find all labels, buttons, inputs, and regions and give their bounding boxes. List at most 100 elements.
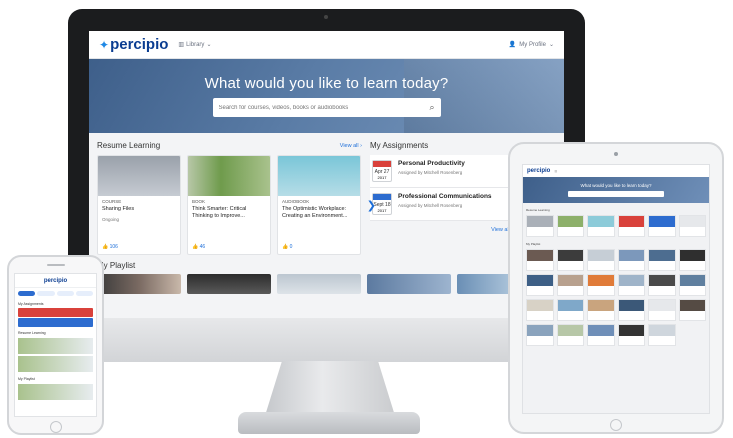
- tablet-card[interactable]: [587, 324, 615, 346]
- hero-title: What would you like to learn today?: [204, 75, 449, 92]
- thumbs-up-icon: 👍: [102, 244, 109, 250]
- tablet-card[interactable]: [556, 299, 584, 321]
- tablet-card[interactable]: [617, 215, 645, 237]
- device-mockup-stage: ✦ percipio ▥ Library ⌄ 👤 My Profile ⌄ Wh…: [0, 0, 733, 438]
- tablet-card[interactable]: [678, 215, 706, 237]
- phone-section-title: My Assignments: [18, 302, 44, 306]
- chevron-right-icon[interactable]: ❯: [367, 199, 376, 212]
- playlist-row: [97, 274, 556, 294]
- logo-text: percipio: [110, 36, 169, 53]
- thumbs-up-icon: 👍: [192, 244, 199, 250]
- tablet-card[interactable]: [526, 274, 554, 296]
- tablet-search-input[interactable]: [568, 191, 664, 197]
- user-icon: 👤: [508, 42, 517, 48]
- tablet-card[interactable]: [648, 215, 676, 237]
- monitor-stand: [264, 361, 396, 419]
- assigned-by: Assigned by Mitchell Rosenberg: [398, 203, 463, 208]
- filter-chip[interactable]: [56, 291, 74, 296]
- phone-content-card[interactable]: [18, 384, 93, 400]
- phone-content-card[interactable]: [18, 356, 93, 372]
- card-carousel: COURSE Sharing Files Ongoing 👍 106 BOOK …: [97, 155, 376, 255]
- desktop-screen: ✦ percipio ▥ Library ⌄ 👤 My Profile ⌄ Wh…: [89, 31, 564, 318]
- content-card[interactable]: BOOK Think Smarter: Critical Thinking to…: [187, 155, 271, 255]
- tablet-card[interactable]: [648, 324, 676, 346]
- tablet-card[interactable]: [556, 249, 584, 271]
- tablet-card[interactable]: [587, 249, 615, 271]
- card-title: Think Smarter: Critical Thinking to Impr…: [192, 206, 247, 219]
- tablet-card[interactable]: [617, 324, 645, 346]
- phone-assignment-item[interactable]: [18, 318, 93, 327]
- filter-chip[interactable]: [37, 291, 55, 296]
- tablet-hero-title: What would you like to learn today?: [580, 183, 652, 188]
- playlist-thumbnail[interactable]: [97, 274, 181, 294]
- chevron-down-icon: ⌄: [206, 42, 212, 48]
- thumbs-up-icon: 👍: [282, 244, 289, 250]
- chevron-down-icon: ⌄: [548, 42, 554, 48]
- tablet-card[interactable]: [648, 249, 676, 271]
- percipio-logo[interactable]: ✦ percipio: [99, 36, 168, 53]
- tablet-card[interactable]: [587, 274, 615, 296]
- playlist-thumbnail[interactable]: [187, 274, 271, 294]
- like-button[interactable]: 👍 0: [278, 244, 360, 254]
- profile-menu[interactable]: 👤 My Profile ⌄: [508, 41, 554, 49]
- card-thumbnail: [278, 156, 360, 196]
- section-title: My Playlist: [97, 261, 136, 270]
- tablet-card[interactable]: [526, 324, 554, 346]
- tablet-logo[interactable]: percipio: [527, 168, 550, 174]
- content-card[interactable]: COURSE Sharing Files Ongoing 👍 106: [97, 155, 181, 255]
- tablet-card[interactable]: [617, 249, 645, 271]
- filter-chip[interactable]: [18, 291, 36, 296]
- card-thumbnail: [188, 156, 270, 196]
- tablet-card[interactable]: [617, 274, 645, 296]
- tablet-card[interactable]: [617, 299, 645, 321]
- resume-learning-section: Resume Learning View all › COURSE Sharin…: [97, 141, 376, 255]
- phone-logo[interactable]: percipio: [44, 278, 67, 284]
- tablet-card[interactable]: [587, 299, 615, 321]
- calendar-icon: Apr 27 2017: [372, 160, 392, 182]
- top-navigation-bar: ✦ percipio ▥ Library ⌄ 👤 My Profile ⌄: [89, 31, 564, 59]
- tablet-device: percipio ▥ What would you like to learn …: [508, 142, 724, 434]
- library-icon: ▥: [178, 42, 185, 48]
- like-button[interactable]: 👍 46: [188, 244, 270, 254]
- search-icon[interactable]: ⌕: [429, 102, 434, 113]
- content-card[interactable]: AUDIOBOOK The Optimistic Workplace: Crea…: [277, 155, 361, 255]
- phone-screen: percipio My Assignments Resume Learning …: [14, 273, 97, 417]
- home-button: [610, 419, 622, 431]
- tablet-card[interactable]: [526, 215, 554, 237]
- tablet-card[interactable]: [556, 324, 584, 346]
- tablet-card[interactable]: [556, 215, 584, 237]
- library-label: Library: [186, 41, 205, 48]
- section-header: Resume Learning View all ›: [97, 141, 362, 150]
- playlist-section: My Playlist: [89, 255, 564, 294]
- card-type: BOOK: [192, 199, 206, 204]
- tablet-card[interactable]: [587, 215, 615, 237]
- phone-device: percipio My Assignments Resume Learning …: [7, 255, 104, 435]
- tablet-card[interactable]: [648, 299, 676, 321]
- tablet-content-grid: Resume Learning My Playlist: [523, 203, 709, 349]
- phone-content-card[interactable]: [18, 338, 93, 354]
- tablet-card[interactable]: [648, 274, 676, 296]
- phone-assignment-item[interactable]: [18, 308, 93, 317]
- tablet-card[interactable]: [678, 274, 706, 296]
- playlist-thumbnail[interactable]: [367, 274, 451, 294]
- playlist-thumbnail[interactable]: [277, 274, 361, 294]
- tablet-card[interactable]: [526, 249, 554, 271]
- like-button[interactable]: 👍 106: [98, 244, 180, 254]
- assignment-title: Personal Productivity: [398, 160, 465, 167]
- tablet-card[interactable]: [526, 299, 554, 321]
- tablet-card[interactable]: [678, 249, 706, 271]
- filter-chip[interactable]: [75, 291, 93, 296]
- library-menu[interactable]: ▥ Library ⌄: [178, 41, 212, 49]
- main-content: Resume Learning View all › COURSE Sharin…: [89, 133, 564, 255]
- tablet-card[interactable]: [556, 274, 584, 296]
- profile-label: My Profile: [519, 41, 546, 48]
- library-icon[interactable]: ▥: [554, 169, 557, 173]
- search-input[interactable]: [218, 104, 430, 111]
- due-year: 2017: [377, 175, 387, 180]
- phone-section-title: My Playlist: [18, 377, 35, 381]
- camera-dot: [324, 15, 328, 19]
- view-all-link[interactable]: View all ›: [340, 143, 362, 149]
- tablet-card[interactable]: [678, 299, 706, 321]
- hero-banner: What would you like to learn today? ⌕: [89, 59, 564, 133]
- assigned-by: Assigned by Mitchell Rosenberg: [398, 170, 463, 175]
